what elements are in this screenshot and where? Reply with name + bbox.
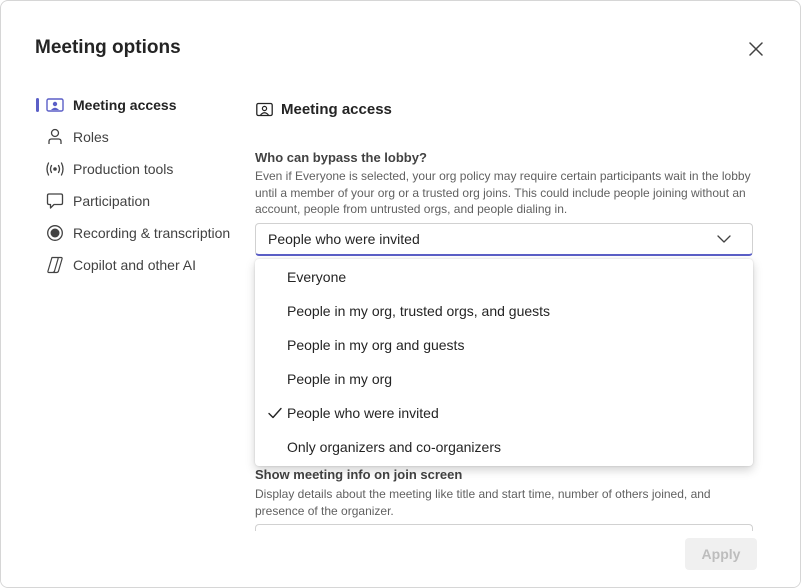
copilot-icon [44,254,66,276]
sidebar-item-meeting-access[interactable]: Meeting access [35,89,245,121]
section-title: Meeting access [255,97,753,121]
lobby-bypass-selected-value: People who were invited [268,231,420,247]
sidebar-item-participation[interactable]: Participation [35,185,245,217]
sidebar-nav: Meeting access Roles Production tools Pa… [35,89,245,281]
option-organizers-only[interactable]: Only organizers and co-organizers [255,430,753,464]
apply-button[interactable]: Apply [685,538,757,570]
lobby-bypass-label: Who can bypass the lobby? [255,150,427,165]
lobby-bypass-description: Even if Everyone is selected, your org p… [255,169,751,216]
sidebar-item-copilot[interactable]: Copilot and other AI [35,249,245,281]
checkmark-icon [265,407,285,419]
meeting-options-dialog: Meeting options Meeting access Roles Pro… [0,0,801,588]
chevron-down-icon [716,231,732,247]
option-everyone[interactable]: Everyone [255,260,753,294]
section-title-text: Meeting access [281,100,392,118]
sidebar-item-label: Copilot and other AI [73,257,196,273]
option-my-org[interactable]: People in my org [255,362,753,396]
dialog-title: Meeting options [35,37,181,58]
sidebar-item-production-tools[interactable]: Production tools [35,153,245,185]
sidebar-item-label: Participation [73,193,151,209]
meeting-access-panel: Meeting access Who can bypass the lobby?… [255,97,753,256]
sidebar-item-roles[interactable]: Roles [35,121,245,153]
sidebar-item-recording[interactable]: Recording & transcription [35,217,245,249]
close-icon [749,42,763,56]
option-label: People in my org [287,371,393,387]
meeting-access-icon [44,94,66,116]
person-icon [44,126,66,148]
record-icon [44,222,66,244]
option-people-invited[interactable]: People who were invited [255,396,753,430]
lobby-bypass-listbox: Everyone People in my org, trusted orgs,… [255,259,753,466]
active-indicator [36,98,39,112]
join-screen-description: Display details about the meeting like t… [255,487,711,518]
sidebar-item-label: Roles [73,129,109,145]
dialog-footer [1,531,800,587]
option-label: People in my org, trusted orgs, and gues… [287,303,551,319]
option-label: Only organizers and co-organizers [287,439,501,455]
sidebar-item-label: Recording & transcription [73,225,231,241]
chat-bubble-icon [44,190,66,212]
close-button[interactable] [745,38,767,60]
meeting-access-icon [255,100,273,118]
sidebar-item-label: Production tools [73,161,174,177]
lobby-bypass-select[interactable]: People who were invited [255,223,753,256]
option-label: People who were invited [287,405,439,421]
option-label: Everyone [287,269,347,285]
option-org-trusted-guests[interactable]: People in my org, trusted orgs, and gues… [255,294,753,328]
sidebar-item-label: Meeting access [73,97,177,113]
broadcast-icon [44,158,66,180]
option-label: People in my org and guests [287,337,465,353]
option-org-and-guests[interactable]: People in my org and guests [255,328,753,362]
join-screen-label: Show meeting info on join screen [255,467,463,482]
